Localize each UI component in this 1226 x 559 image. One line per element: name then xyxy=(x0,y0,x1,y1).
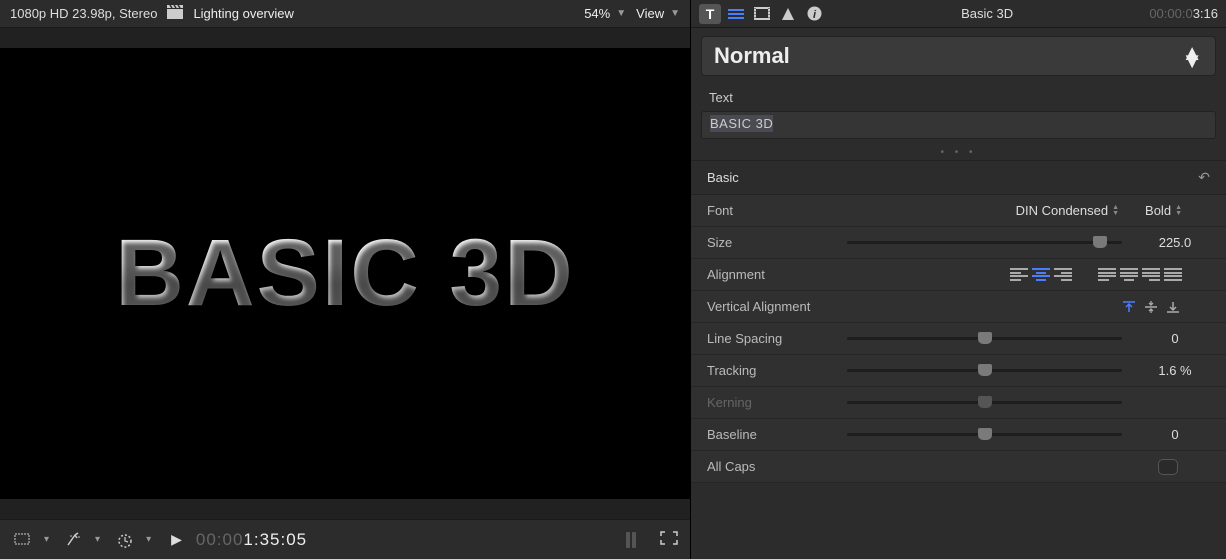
view-menu[interactable]: View xyxy=(636,6,664,21)
svg-text:T: T xyxy=(706,7,715,21)
justify-right-icon[interactable] xyxy=(1142,268,1160,282)
section-title: Basic xyxy=(707,170,1198,185)
clip-name: Lighting overview xyxy=(193,6,574,21)
tracking-label: Tracking xyxy=(707,363,847,378)
justify-full-icon[interactable] xyxy=(1164,268,1182,282)
viewer-bottombar: ▾ ▾ ▾ ▶ 00:001:35:05 xyxy=(0,519,690,559)
valign-label: Vertical Alignment xyxy=(707,299,847,314)
size-slider[interactable] xyxy=(847,241,1132,244)
kerning-row: Kerning xyxy=(691,387,1226,419)
viewer-topbar: 1080p HD 23.98p, Stereo Lighting overvie… xyxy=(0,0,690,28)
tracking-row: Tracking 1.6 % xyxy=(691,355,1226,387)
tracking-value[interactable]: 1.6 % xyxy=(1140,363,1210,378)
kerning-label: Kerning xyxy=(707,395,847,410)
font-weight-select[interactable]: Bold ▲▼ xyxy=(1145,203,1182,218)
basic-section-header[interactable]: Basic ↶ xyxy=(691,160,1226,195)
valign-row: Vertical Alignment xyxy=(691,291,1226,323)
valign-middle-icon[interactable] xyxy=(1142,300,1160,314)
stepper-icon[interactable]: ▲▼ xyxy=(1181,49,1203,64)
generator-inspector-tab[interactable] xyxy=(777,4,799,24)
style-name: Normal xyxy=(714,43,790,69)
viewer-timecode[interactable]: 00:001:35:05 xyxy=(196,530,307,550)
font-family-value: DIN Condensed xyxy=(1016,203,1109,218)
play-button[interactable]: ▶ xyxy=(171,531,182,548)
size-label: Size xyxy=(707,235,847,250)
font-family-select[interactable]: DIN Condensed ▲▼ xyxy=(1016,203,1119,218)
timecode-bright: 1:35:05 xyxy=(243,530,307,549)
justify-center-icon[interactable] xyxy=(1120,268,1138,282)
clapperboard-icon xyxy=(167,5,183,22)
drag-handle-icon[interactable]: • • • xyxy=(691,145,1226,160)
tracking-slider[interactable] xyxy=(847,369,1132,372)
size-value[interactable]: 225.0 xyxy=(1140,235,1210,250)
chevron-down-icon[interactable]: ▾ xyxy=(146,534,151,545)
align-right-icon[interactable] xyxy=(1054,268,1072,282)
allcaps-label: All Caps xyxy=(707,459,847,474)
valign-top-icon[interactable] xyxy=(1120,300,1138,314)
reset-icon[interactable]: ↶ xyxy=(1198,169,1210,186)
viewer-canvas[interactable]: BASIC 3D xyxy=(0,48,690,499)
retime-tool-icon[interactable] xyxy=(114,531,136,549)
zoom-value[interactable]: 54% xyxy=(584,6,610,21)
video-inspector-tab[interactable] xyxy=(751,4,773,24)
text-input[interactable]: BASIC 3D xyxy=(701,111,1216,139)
valign-bottom-icon[interactable] xyxy=(1164,300,1182,314)
kerning-slider xyxy=(847,401,1132,404)
text-section-label: Text xyxy=(691,84,1226,109)
baseline-value[interactable]: 0 xyxy=(1140,427,1210,442)
justify-left-icon[interactable] xyxy=(1098,268,1116,282)
inspector-tc-dim: 00:00:0 xyxy=(1149,6,1192,21)
timecode-dim: 00:00 xyxy=(196,530,244,549)
inspector-timecode: 00:00:03:16 xyxy=(1149,6,1218,22)
alignment-label: Alignment xyxy=(707,267,847,282)
inspector-tabs: T i Basic 3D 00:00:03:16 xyxy=(691,0,1226,28)
font-row: Font DIN Condensed ▲▼ Bold ▲▼ xyxy=(691,195,1226,227)
text-style-select[interactable]: Normal ▲▼ xyxy=(701,36,1216,76)
effects-tool-icon[interactable] xyxy=(63,531,85,549)
stepper-icon: ▲▼ xyxy=(1175,205,1182,217)
audio-meter-icon[interactable] xyxy=(626,532,636,548)
allcaps-checkbox[interactable] xyxy=(1158,459,1178,475)
line-spacing-row: Line Spacing 0 xyxy=(691,323,1226,355)
size-row: Size 225.0 xyxy=(691,227,1226,259)
line-spacing-slider[interactable] xyxy=(847,337,1132,340)
align-center-icon[interactable] xyxy=(1032,268,1050,282)
chevron-down-icon[interactable]: ▼ xyxy=(670,8,680,19)
transform-tool-icon[interactable] xyxy=(12,531,34,549)
font-weight-value: Bold xyxy=(1145,203,1171,218)
allcaps-row: All Caps xyxy=(691,451,1226,483)
stepper-icon: ▲▼ xyxy=(1112,205,1119,217)
align-left-icon[interactable] xyxy=(1010,268,1028,282)
line-spacing-label: Line Spacing xyxy=(707,331,847,346)
inspector-tc-bright: 3:16 xyxy=(1193,6,1218,21)
text-input-value: BASIC 3D xyxy=(710,115,773,132)
baseline-slider[interactable] xyxy=(847,433,1132,436)
inspector-title: Basic 3D xyxy=(829,6,1145,21)
font-label: Font xyxy=(707,203,847,218)
fullscreen-icon[interactable] xyxy=(660,531,678,548)
chevron-down-icon[interactable]: ▼ xyxy=(616,8,626,19)
line-spacing-value[interactable]: 0 xyxy=(1140,331,1210,346)
format-label: 1080p HD 23.98p, Stereo xyxy=(10,6,157,21)
chevron-down-icon[interactable]: ▾ xyxy=(95,534,100,545)
baseline-label: Baseline xyxy=(707,427,847,442)
info-inspector-tab[interactable]: i xyxy=(803,4,825,24)
chevron-down-icon[interactable]: ▾ xyxy=(44,534,49,545)
canvas-3d-text[interactable]: BASIC 3D xyxy=(115,219,574,328)
alignment-row: Alignment xyxy=(691,259,1226,291)
baseline-row: Baseline 0 xyxy=(691,419,1226,451)
text-inspector-tab[interactable]: T xyxy=(699,4,721,24)
title-inspector-tab[interactable] xyxy=(725,4,747,24)
